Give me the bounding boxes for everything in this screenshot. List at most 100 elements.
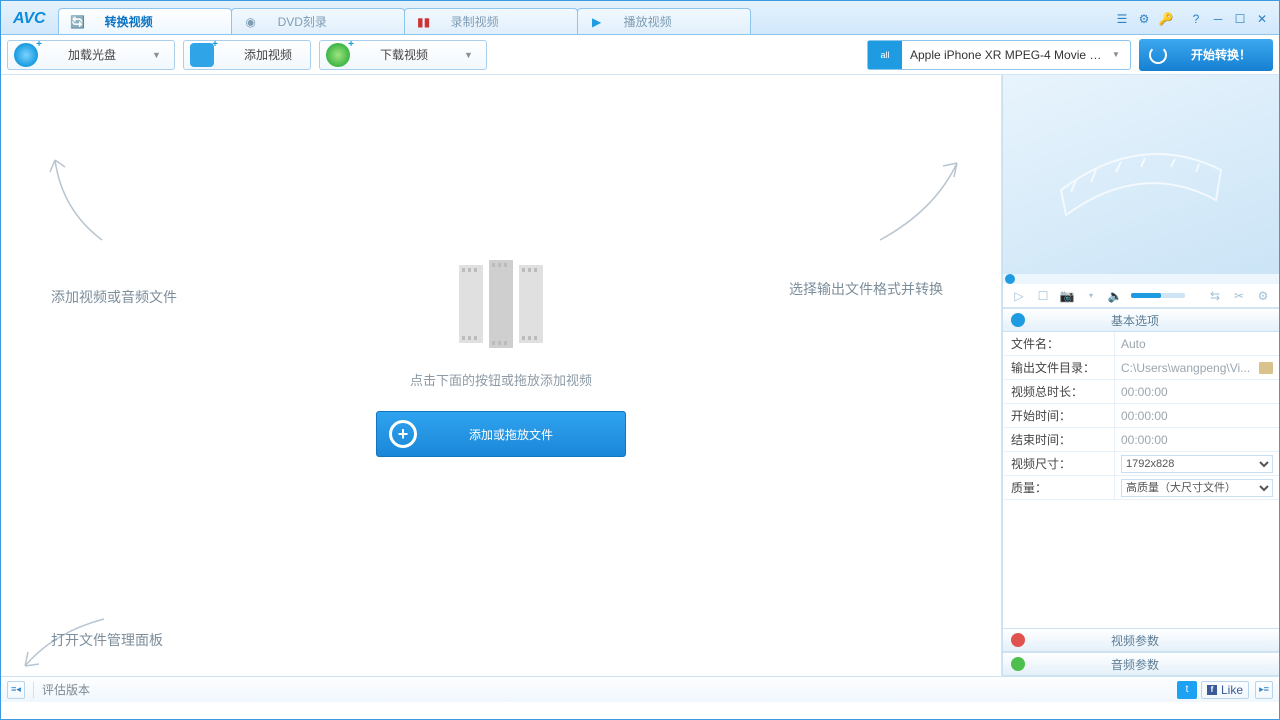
button-label: 加载光盘 xyxy=(68,46,128,63)
prop-output-dir: 输出文件目录： C:\Users\wangpeng\Vi... xyxy=(1003,356,1279,380)
chevron-down-icon: ▼ xyxy=(1112,50,1130,59)
app-logo: AVC xyxy=(5,10,58,34)
outdir-value: C:\Users\wangpeng\Vi... xyxy=(1121,361,1255,375)
preview-controls: ▷ ☐ 📷 ▾ 🔈 ⇆ ✂ ⚙ xyxy=(1003,284,1279,308)
section-audio[interactable]: 音频参数 xyxy=(1003,652,1279,676)
output-format-selector[interactable]: all Apple iPhone XR MPEG-4 Movie (*.m...… xyxy=(867,40,1131,70)
prop-key: 开始时间： xyxy=(1003,404,1115,427)
playlist-toggle-button[interactable]: ▸≡ xyxy=(1255,681,1273,699)
tab-label: DVD刻录 xyxy=(278,13,327,30)
filmstrip-placeholder-icon xyxy=(1041,120,1241,230)
preview-area xyxy=(1003,75,1279,274)
scrub-bar[interactable] xyxy=(1003,274,1279,284)
settings-icon[interactable]: ⚙ xyxy=(1133,10,1155,28)
video-icon xyxy=(1011,633,1025,647)
chevron-down-icon: ▼ xyxy=(152,50,168,60)
arrow-icon xyxy=(47,155,117,245)
tab-play[interactable]: ▶ 播放视频 xyxy=(577,8,751,34)
facebook-like-button[interactable]: f Like xyxy=(1201,681,1249,699)
menu-icon[interactable]: ☰ xyxy=(1111,10,1133,28)
prop-filename: 文件名： xyxy=(1003,332,1279,356)
scrub-handle[interactable] xyxy=(1005,274,1015,284)
download-video-button[interactable]: 下载视频 ▼ xyxy=(319,40,487,70)
tab-label: 转换视频 xyxy=(105,13,153,30)
stop-icon[interactable]: ☐ xyxy=(1035,288,1051,304)
snapshot-icon[interactable]: 📷 xyxy=(1059,288,1075,304)
tab-convert[interactable]: 🔄 转换视频 xyxy=(58,8,232,34)
globe-icon xyxy=(1011,313,1025,327)
filename-input[interactable] xyxy=(1121,337,1273,351)
format-icon: all xyxy=(868,41,902,69)
section-basic[interactable]: 基本选项 xyxy=(1003,308,1279,332)
button-label: 下载视频 xyxy=(380,46,440,63)
loop-icon[interactable]: ⇆ xyxy=(1207,288,1223,304)
facebook-icon: f xyxy=(1207,685,1217,695)
prop-end: 结束时间： xyxy=(1003,428,1279,452)
tab-dvd[interactable]: ◉ DVD刻录 xyxy=(231,8,405,34)
start-time-input[interactable] xyxy=(1121,409,1273,423)
prop-key: 质量： xyxy=(1003,476,1115,499)
video-size-select[interactable]: 1792x828 xyxy=(1121,455,1273,473)
prop-key: 视频尺寸： xyxy=(1003,452,1115,475)
start-convert-button[interactable]: 开始转换！ xyxy=(1139,39,1273,71)
format-text: Apple iPhone XR MPEG-4 Movie (*.m... xyxy=(902,48,1112,62)
panel-toggle-button[interactable]: ≡◂ xyxy=(7,681,25,699)
tab-record[interactable]: ▮▮ 录制视频 xyxy=(404,8,578,34)
chevron-down-icon[interactable]: ▾ xyxy=(1083,288,1099,304)
toolbar: 加载光盘 ▼ 添加视频 下载视频 ▼ all Apple iPhone XR M… xyxy=(1,35,1279,75)
prop-start: 开始时间： xyxy=(1003,404,1279,428)
add-files-button[interactable]: + 添加或拖放文件 xyxy=(376,411,626,457)
cut-icon[interactable]: ✂ xyxy=(1231,288,1247,304)
plus-circle-icon: + xyxy=(389,420,417,448)
volume-icon[interactable]: 🔈 xyxy=(1107,288,1123,304)
video-plus-icon xyxy=(190,43,214,67)
add-video-button[interactable]: 添加视频 xyxy=(183,40,311,70)
like-label: Like xyxy=(1221,683,1243,697)
empty-prompt: 点击下面的按钮或拖放添加视频 xyxy=(410,370,592,389)
button-label: 添加或拖放文件 xyxy=(469,426,553,443)
play-icon[interactable]: ▷ xyxy=(1011,288,1027,304)
maximize-button[interactable]: ☐ xyxy=(1229,10,1251,28)
tab-strip: 🔄 转换视频 ◉ DVD刻录 ▮▮ 录制视频 ▶ 播放视频 xyxy=(58,8,1105,34)
end-time-input[interactable] xyxy=(1121,433,1273,447)
wand-icon[interactable]: ⚙ xyxy=(1255,288,1271,304)
close-button[interactable]: ✕ xyxy=(1251,10,1273,28)
filmstrip-icon xyxy=(459,265,543,348)
hint-add-files: 添加视频或音频文件 xyxy=(51,287,177,307)
prop-key: 视频总时长： xyxy=(1003,380,1115,403)
minimize-button[interactable]: ─ xyxy=(1207,10,1229,28)
prop-key: 文件名： xyxy=(1003,332,1115,355)
record-icon: ▮▮ xyxy=(417,15,431,29)
prop-duration: 视频总时长： 00:00:00 xyxy=(1003,380,1279,404)
window-controls: ☰ ⚙ 🔑 ? ─ ☐ ✕ xyxy=(1105,10,1279,34)
load-disc-button[interactable]: 加载光盘 ▼ xyxy=(7,40,175,70)
status-bar: ≡◂ 评估版本 t f Like ▸≡ xyxy=(1,676,1279,702)
disc-plus-icon xyxy=(14,43,38,67)
prop-size: 视频尺寸： 1792x828 xyxy=(1003,452,1279,476)
main-area: 添加视频或音频文件 选择输出文件格式并转换 打开文件管理面板 点击下面的按钮或拖… xyxy=(1,75,1279,676)
button-label: 添加视频 xyxy=(244,46,304,63)
twitter-icon[interactable]: t xyxy=(1177,681,1197,699)
section-video[interactable]: 视频参数 xyxy=(1003,628,1279,652)
hint-open-panel: 打开文件管理面板 xyxy=(51,630,163,650)
hint-choose-format: 选择输出文件格式并转换 xyxy=(789,279,943,299)
globe-plus-icon xyxy=(326,43,350,67)
prop-quality: 质量： 高质量（大尺寸文件） xyxy=(1003,476,1279,500)
key-icon[interactable]: 🔑 xyxy=(1155,10,1177,28)
drop-canvas[interactable]: 添加视频或音频文件 选择输出文件格式并转换 打开文件管理面板 点击下面的按钮或拖… xyxy=(1,75,1002,676)
refresh-icon xyxy=(1149,46,1167,64)
section-title: 基本选项 xyxy=(1111,312,1159,329)
duration-value: 00:00:00 xyxy=(1115,380,1279,403)
prop-key: 输出文件目录： xyxy=(1003,356,1115,379)
status-text: 评估版本 xyxy=(42,681,90,698)
folder-icon[interactable] xyxy=(1259,362,1273,374)
quality-select[interactable]: 高质量（大尺寸文件） xyxy=(1121,479,1273,497)
titlebar: AVC 🔄 转换视频 ◉ DVD刻录 ▮▮ 录制视频 ▶ 播放视频 ☰ ⚙ 🔑 … xyxy=(1,1,1279,35)
volume-slider[interactable] xyxy=(1131,293,1185,298)
help-icon[interactable]: ? xyxy=(1185,10,1207,28)
section-title: 音频参数 xyxy=(1111,656,1159,673)
empty-state: 点击下面的按钮或拖放添加视频 + 添加或拖放文件 xyxy=(376,265,626,457)
chevron-down-icon: ▼ xyxy=(464,50,480,60)
arrow-icon xyxy=(875,155,965,245)
tab-label: 播放视频 xyxy=(624,13,672,30)
